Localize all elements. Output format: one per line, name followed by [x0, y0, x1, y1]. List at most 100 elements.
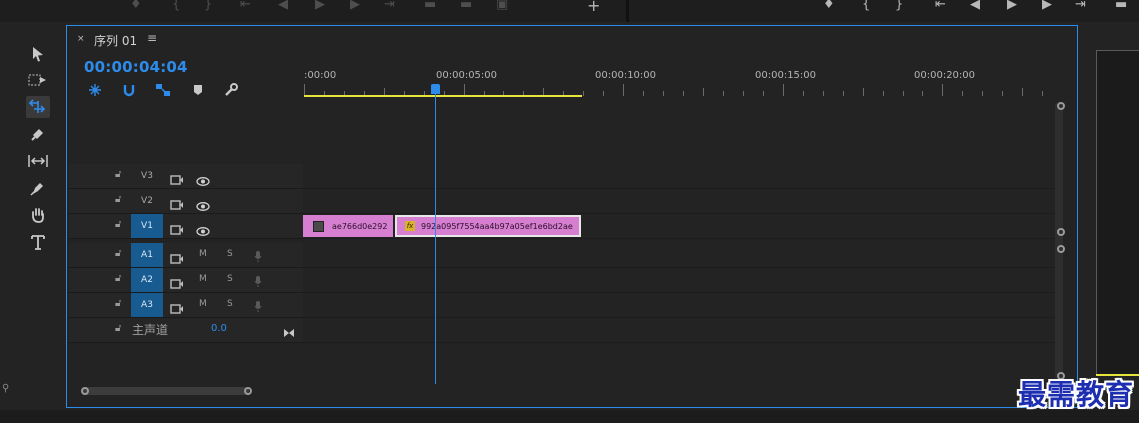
lock-icon[interactable]: 🔓︎: [115, 248, 121, 259]
ruler-tick: [683, 91, 684, 96]
voiceover-mic-icon[interactable]: [254, 248, 262, 267]
lane-v1[interactable]: ae766d0e292 fx 992a095f7554aa4b97a05ef1e…: [303, 214, 1056, 239]
visibility-eye-icon[interactable]: [196, 221, 210, 240]
export-frame-icon[interactable]: ▣: [496, 0, 508, 11]
lock-icon[interactable]: 🔓︎: [115, 298, 121, 309]
add-button-icon[interactable]: +: [587, 0, 600, 14]
voiceover-mic-icon[interactable]: [254, 298, 262, 317]
work-area-bar[interactable]: [304, 95, 582, 97]
tab-close-button[interactable]: ×: [77, 34, 85, 44]
track-headers: 🔓︎ V3 🔓︎ V2 🔓︎ V1 🔓︎ A1 M S 🔓︎ A2 M S 🔓︎…: [69, 164, 303, 384]
play-icon-right[interactable]: ▶: [1007, 0, 1017, 11]
insert-icon-right[interactable]: ▬: [1115, 0, 1127, 11]
tools-panel: [0, 22, 60, 412]
play-icon[interactable]: ▶: [315, 0, 325, 11]
go-to-in-icon-right[interactable]: ⇤: [935, 0, 946, 11]
track-name-v2[interactable]: V2: [131, 189, 163, 213]
audio-vscroll-top-handle[interactable]: [1057, 245, 1065, 253]
track-name-a3[interactable]: A3: [131, 293, 163, 317]
track-select-tool-icon[interactable]: [26, 69, 50, 91]
type-tool-icon[interactable]: [26, 231, 50, 253]
razor-tool-icon[interactable]: [26, 123, 50, 145]
insert-icon[interactable]: ▬: [424, 0, 436, 11]
solo-button[interactable]: S: [227, 299, 233, 309]
step-back-icon[interactable]: ◀: [278, 0, 288, 11]
lock-icon[interactable]: 🔓︎: [115, 194, 121, 205]
linked-selection-icon[interactable]: [154, 82, 172, 98]
hscroll-right-handle[interactable]: [244, 387, 252, 395]
selection-tool-icon[interactable]: [26, 43, 50, 65]
sync-lock-icon[interactable]: [170, 299, 184, 318]
solo-button[interactable]: S: [227, 274, 233, 284]
step-forward-icon-right[interactable]: ▶: [1042, 0, 1052, 11]
vscroll-top-handle[interactable]: [1057, 102, 1065, 110]
mute-button[interactable]: M: [199, 299, 207, 309]
solo-button[interactable]: S: [227, 249, 233, 259]
lock-icon[interactable]: 🔓︎: [115, 219, 121, 230]
ruler-tick: [663, 91, 664, 96]
lane-v3[interactable]: [303, 164, 1056, 189]
visibility-eye-icon[interactable]: [196, 196, 210, 215]
go-to-end-icon[interactable]: [283, 323, 295, 342]
lane-master[interactable]: [303, 318, 1056, 343]
track-lanes[interactable]: ae766d0e292 fx 992a095f7554aa4b97a05ef1e…: [303, 164, 1056, 384]
track-name-v1[interactable]: V1: [131, 214, 163, 238]
lane-a1[interactable]: [303, 243, 1056, 268]
track-header-a2: 🔓︎ A2 M S: [69, 268, 303, 293]
lock-icon[interactable]: 🔓︎: [115, 323, 121, 334]
marker-icon[interactable]: ♦: [130, 0, 142, 11]
lane-a3[interactable]: [303, 293, 1056, 318]
go-to-out-icon-right[interactable]: ⇥: [1075, 0, 1086, 11]
nest-sequence-icon[interactable]: [86, 82, 104, 98]
pen-tool-icon[interactable]: [26, 177, 50, 199]
mute-button[interactable]: M: [199, 249, 207, 259]
clip-name: 992a095f7554aa4b97a05ef1e6bd2ae: [421, 221, 573, 231]
lock-icon[interactable]: 🔓︎: [115, 273, 121, 284]
step-back-icon-right[interactable]: ◀: [970, 0, 980, 11]
sync-lock-icon[interactable]: [170, 274, 184, 293]
master-volume-value[interactable]: 0.0: [211, 323, 227, 334]
playhead-handle[interactable]: [431, 84, 440, 94]
sync-lock-icon[interactable]: [170, 249, 184, 268]
vscroll-bottom-handle[interactable]: [1057, 228, 1065, 236]
marker-icon-right[interactable]: ♦: [823, 0, 835, 11]
horizontal-zoom-scrollbar[interactable]: [81, 387, 249, 395]
go-to-in-icon[interactable]: ⇤: [240, 0, 251, 11]
sequence-tab-title[interactable]: 序列 01: [94, 32, 137, 49]
voiceover-mic-icon[interactable]: [254, 273, 262, 292]
sync-lock-icon[interactable]: [170, 170, 184, 189]
ripple-edit-tool-icon[interactable]: [26, 96, 50, 118]
track-name-a2[interactable]: A2: [131, 268, 163, 292]
mark-out-icon[interactable]: }: [204, 0, 212, 11]
go-to-out-icon[interactable]: ⇥: [384, 0, 395, 11]
video-clip-selected[interactable]: fx 992a095f7554aa4b97a05ef1e6bd2ae: [395, 215, 581, 237]
lane-a2[interactable]: [303, 268, 1056, 293]
zoom-search-icon[interactable]: ⚲: [2, 383, 9, 394]
sync-lock-icon[interactable]: [170, 220, 184, 239]
step-forward-icon[interactable]: ▶: [350, 0, 360, 11]
ruler-tick: [603, 91, 604, 96]
add-marker-icon[interactable]: [189, 82, 207, 98]
mark-out-icon-right[interactable]: }: [895, 0, 903, 11]
timeline-settings-wrench-icon[interactable]: [222, 82, 240, 98]
track-name-v3[interactable]: V3: [131, 164, 163, 188]
sync-lock-icon[interactable]: [170, 195, 184, 214]
mute-button[interactable]: M: [199, 274, 207, 284]
track-name-a1[interactable]: A1: [131, 243, 163, 267]
slip-tool-icon[interactable]: [26, 150, 50, 172]
top-toolbar-strip: ♦ { } ⇤ ◀ ▶ ▶ ⇥ ▬ ▬ ▣ + ♦ { } ⇤ ◀ ▶ ▶ ⇥ …: [0, 0, 1139, 22]
hand-tool-icon[interactable]: [26, 204, 50, 226]
mark-in-icon[interactable]: {: [172, 0, 180, 11]
mark-in-icon-right[interactable]: {: [862, 0, 870, 11]
visibility-eye-icon[interactable]: [196, 171, 210, 190]
playhead-timecode[interactable]: 00:00:04:04: [84, 58, 188, 76]
vertical-scrollbar[interactable]: [1055, 102, 1063, 380]
snap-magnet-icon[interactable]: [120, 82, 138, 98]
video-clip[interactable]: ae766d0e292: [303, 215, 393, 237]
hamburger-menu-icon[interactable]: ≡: [147, 31, 157, 45]
overwrite-icon[interactable]: ▬: [460, 0, 472, 11]
lane-v2[interactable]: [303, 189, 1056, 214]
hscroll-left-handle[interactable]: [81, 387, 89, 395]
playhead-line[interactable]: [435, 88, 436, 384]
lock-icon[interactable]: 🔓︎: [115, 169, 121, 180]
